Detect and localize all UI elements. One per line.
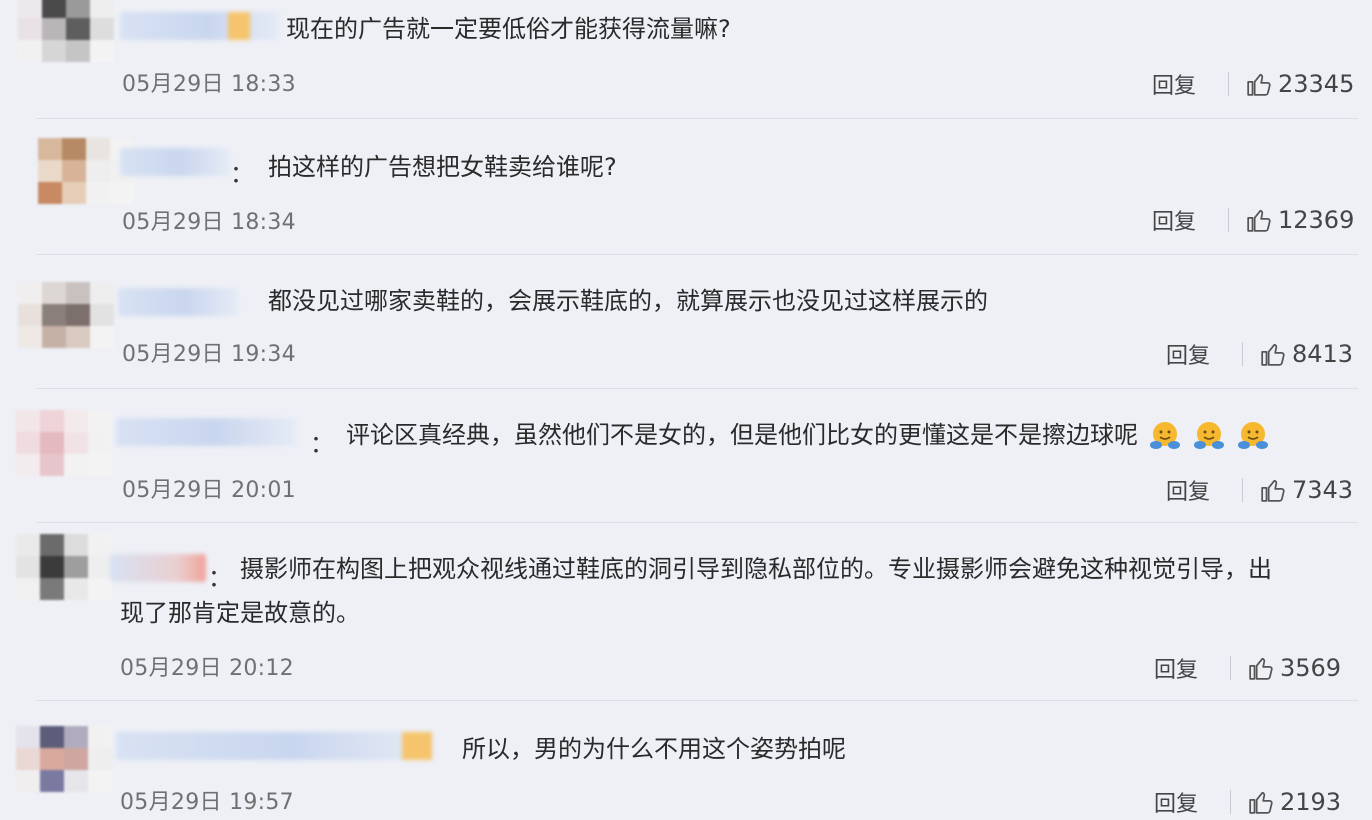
- comment-text: 评论区真经典，虽然他们不是女的，但是他们比女的更懂这是不是擦边球呢: [346, 418, 1270, 453]
- comment-text: 拍这样的广告想把女鞋卖给谁呢?: [268, 153, 617, 181]
- like-count: 7343: [1292, 476, 1354, 504]
- username[interactable]: [120, 148, 230, 176]
- divider: [1242, 478, 1243, 502]
- reply-button[interactable]: 回复: [1152, 204, 1196, 236]
- reply-button[interactable]: 回复: [1152, 68, 1196, 100]
- comment-text-line: 现了那肯定是故意的。: [120, 599, 360, 627]
- like-count: 12369: [1278, 206, 1355, 234]
- like-button[interactable]: 12369: [1246, 206, 1354, 234]
- divider: [1228, 72, 1229, 96]
- comment-item: ： 摄影师在构图上把观众视线通过鞋底的洞引导到隐私部位的。专业摄影师会避免这种视…: [0, 522, 1372, 700]
- hug-emoji-icon: [1238, 422, 1268, 449]
- avatar[interactable]: [18, 0, 114, 62]
- thumbs-up-icon: [1249, 791, 1273, 814]
- thumbs-up-icon: [1247, 209, 1271, 232]
- comment-text-body: 评论区真经典，虽然他们不是女的，但是他们比女的更懂这是不是擦边球呢: [346, 421, 1138, 449]
- divider: [1242, 342, 1243, 366]
- thumbs-up-icon: [1249, 657, 1273, 680]
- comment-time: 05月29日 20:12: [120, 656, 294, 681]
- avatar[interactable]: [16, 410, 112, 476]
- like-button[interactable]: 3569: [1248, 654, 1341, 682]
- hug-emoji-icon: [1150, 422, 1180, 449]
- comment-item: 所以，男的为什么不用这个姿势拍呢 05月29日 19:57 回复 2193: [0, 700, 1372, 820]
- reply-button[interactable]: 回复: [1154, 652, 1198, 684]
- like-count: 23345: [1278, 70, 1355, 98]
- thumbs-up-icon: [1247, 73, 1271, 96]
- thumbs-up-icon: [1261, 343, 1285, 366]
- like-button[interactable]: 8413: [1260, 340, 1353, 368]
- username[interactable]: [120, 12, 280, 40]
- divider: [1230, 790, 1231, 814]
- comment-text: 现在的广告就一定要低俗才能获得流量嘛?: [286, 15, 731, 43]
- comment-item: ： 拍这样的广告想把女鞋卖给谁呢? 05月29日 18:34 回复 12369: [0, 118, 1372, 254]
- username[interactable]: [110, 554, 206, 582]
- comment-time: 05月29日 18:33: [122, 72, 296, 97]
- reply-button[interactable]: 回复: [1166, 474, 1210, 506]
- comment-item: ： 评论区真经典，虽然他们不是女的，但是他们比女的更懂这是不是擦边球呢 05月2…: [0, 388, 1372, 522]
- comment-item: 现在的广告就一定要低俗才能获得流量嘛? 05月29日 18:33 回复 2334…: [0, 0, 1372, 118]
- comment-text: 所以，男的为什么不用这个姿势拍呢: [462, 735, 846, 763]
- like-count: 3569: [1280, 654, 1342, 682]
- comment-text: 都没见过哪家卖鞋的，会展示鞋底的，就算展示也没见过这样展示的: [268, 287, 988, 315]
- username[interactable]: [116, 732, 434, 760]
- avatar[interactable]: [18, 282, 114, 348]
- username[interactable]: [118, 288, 238, 316]
- username-separator: ：: [208, 564, 232, 592]
- like-button[interactable]: 2193: [1248, 788, 1341, 816]
- reply-button[interactable]: 回复: [1166, 338, 1210, 370]
- comment-time: 05月29日 18:34: [122, 210, 296, 235]
- like-button[interactable]: 7343: [1260, 476, 1353, 504]
- divider: [1230, 656, 1231, 680]
- avatar[interactable]: [16, 726, 112, 792]
- comment-time: 05月29日 19:34: [122, 342, 296, 367]
- like-count: 8413: [1292, 340, 1354, 368]
- like-button[interactable]: 23345: [1246, 70, 1354, 98]
- thumbs-up-icon: [1261, 479, 1285, 502]
- divider: [1228, 208, 1229, 232]
- avatar[interactable]: [16, 534, 112, 600]
- username-separator: ：: [230, 160, 254, 188]
- reply-button[interactable]: 回复: [1154, 786, 1198, 818]
- username[interactable]: [116, 418, 296, 446]
- comment-time: 05月29日 19:57: [120, 790, 294, 815]
- comment-time: 05月29日 20:01: [122, 478, 296, 503]
- like-count: 2193: [1280, 788, 1342, 816]
- hug-emoji-icon: [1194, 422, 1224, 449]
- comment-text-line: 摄影师在构图上把观众视线通过鞋底的洞引导到隐私部位的。专业摄影师会避免这种视觉引…: [240, 555, 1272, 583]
- username-separator: ：: [310, 430, 334, 458]
- comment-item: 都没见过哪家卖鞋的，会展示鞋底的，就算展示也没见过这样展示的 05月29日 19…: [0, 254, 1372, 388]
